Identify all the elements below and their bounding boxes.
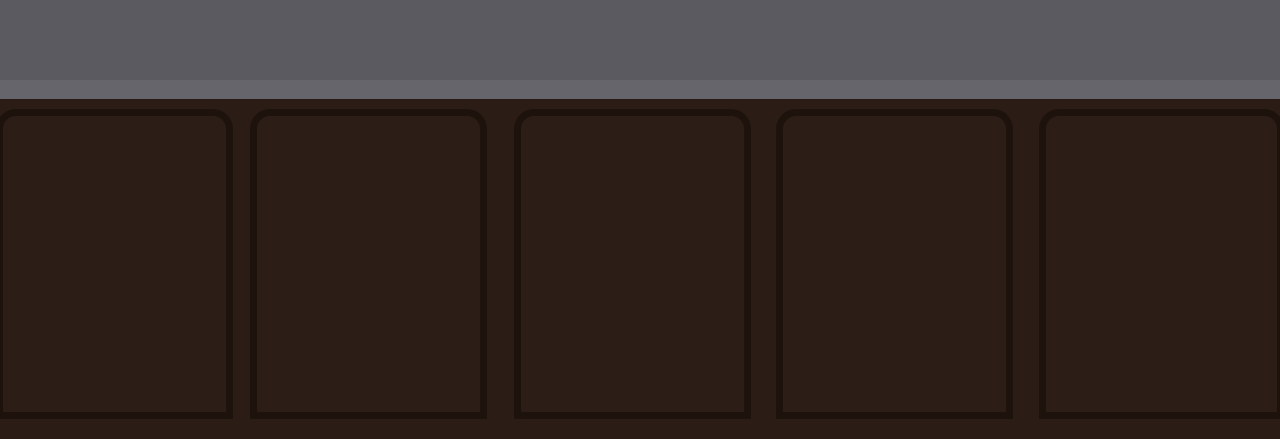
panel-4[interactable] [776,109,1013,419]
top-bar [0,0,1280,80]
panel-2[interactable] [250,109,487,419]
panel-1[interactable] [0,109,233,419]
panel-5[interactable] [1039,109,1280,419]
panel-3[interactable] [514,109,751,419]
top-strip [0,80,1280,99]
panel-area [0,99,1280,439]
page [0,0,1280,439]
